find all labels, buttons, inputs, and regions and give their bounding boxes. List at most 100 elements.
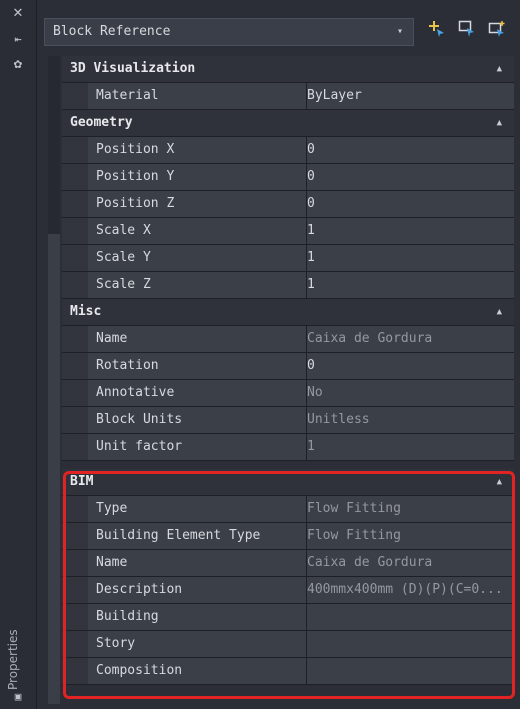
row-indent bbox=[62, 631, 88, 657]
property-value[interactable]: 0 bbox=[307, 137, 512, 163]
property-row-rotation[interactable]: Rotation 0 bbox=[62, 353, 514, 380]
property-value: Flow Fitting bbox=[307, 501, 401, 516]
property-row-building[interactable]: Building bbox=[62, 604, 514, 631]
category-title: Geometry bbox=[70, 115, 133, 130]
quick-select-button[interactable] bbox=[454, 20, 480, 44]
object-type-dropdown[interactable]: Block Reference ▾ bbox=[44, 18, 414, 46]
property-name: Building bbox=[88, 604, 307, 630]
row-indent bbox=[62, 407, 88, 433]
row-indent bbox=[62, 191, 88, 217]
collapse-icon[interactable]: ▲ bbox=[497, 469, 502, 495]
property-name: Name bbox=[88, 326, 307, 352]
property-name: Scale Y bbox=[88, 245, 307, 271]
row-indent bbox=[62, 272, 88, 298]
property-value[interactable]: 1 bbox=[307, 272, 512, 298]
select-objects-button[interactable] bbox=[484, 20, 510, 44]
property-name: Composition bbox=[88, 658, 307, 684]
property-row-type[interactable]: Type Flow Fitting bbox=[62, 496, 514, 523]
property-value[interactable]: 0 bbox=[307, 191, 512, 217]
select-add-button[interactable] bbox=[424, 20, 450, 44]
select-objects-icon bbox=[488, 21, 505, 37]
row-indent bbox=[62, 164, 88, 190]
property-value: 400mmx400mm (D)(P)(C=0... bbox=[307, 582, 503, 597]
property-grid: 3D Visualization ▲ Material ByLayer Geome… bbox=[62, 56, 514, 685]
property-name: Material bbox=[88, 83, 307, 109]
property-row-bim-name[interactable]: Name Caixa de Gordura bbox=[62, 550, 514, 577]
collapse-icon[interactable]: ▲ bbox=[497, 56, 502, 82]
close-icon[interactable]: ✕ bbox=[0, 2, 36, 21]
property-row-scale-x[interactable]: Scale X1 bbox=[62, 218, 514, 245]
property-name: Annotative bbox=[88, 380, 307, 406]
property-row-unit-factor[interactable]: Unit factor 1 bbox=[62, 434, 514, 461]
row-indent bbox=[62, 380, 88, 406]
property-row-description[interactable]: Description 400mmx400mm (D)(P)(C=0... bbox=[62, 577, 514, 604]
property-name: Block Units bbox=[88, 407, 307, 433]
property-row-position-x[interactable]: Position X0 bbox=[62, 137, 514, 164]
property-value[interactable] bbox=[307, 658, 512, 684]
property-value: 1 bbox=[307, 439, 315, 454]
category-title: BIM bbox=[70, 474, 94, 489]
property-row-building-element-type[interactable]: Building Element Type Flow Fitting bbox=[62, 523, 514, 550]
category-bim[interactable]: BIM ▲ bbox=[62, 469, 514, 496]
property-value[interactable]: ByLayer bbox=[307, 83, 512, 109]
row-indent bbox=[62, 137, 88, 163]
property-row-story[interactable]: Story bbox=[62, 631, 514, 658]
property-name: Position Y bbox=[88, 164, 307, 190]
property-row-position-z[interactable]: Position Z0 bbox=[62, 191, 514, 218]
row-indent bbox=[62, 577, 88, 603]
property-value: Unitless bbox=[307, 412, 370, 427]
property-name: Story bbox=[88, 631, 307, 657]
row-indent bbox=[62, 604, 88, 630]
property-value[interactable]: 1 bbox=[307, 218, 512, 244]
property-row-name[interactable]: Name Caixa de Gordura bbox=[62, 326, 514, 353]
select-add-icon bbox=[429, 21, 444, 37]
property-name: Description bbox=[88, 577, 307, 603]
properties-side-bar: ✕ ⇤ ✿ Properties ▣ bbox=[0, 0, 37, 709]
collapse-icon[interactable]: ▲ bbox=[497, 299, 502, 325]
row-indent bbox=[62, 245, 88, 271]
property-value[interactable] bbox=[307, 631, 512, 657]
property-row-scale-y[interactable]: Scale Y1 bbox=[62, 245, 514, 272]
selection-toolbar: Block Reference ▾ bbox=[44, 16, 512, 48]
category-3d-visualization[interactable]: 3D Visualization ▲ bbox=[62, 56, 514, 83]
row-indent bbox=[62, 434, 88, 460]
collapse-icon[interactable]: ▲ bbox=[497, 110, 502, 136]
property-name: Name bbox=[88, 550, 307, 576]
scrollbar[interactable] bbox=[48, 56, 60, 704]
property-name: Type bbox=[88, 496, 307, 522]
row-indent bbox=[62, 658, 88, 684]
settings-gear-icon[interactable]: ✿ bbox=[0, 56, 36, 72]
property-row-scale-z[interactable]: Scale Z1 bbox=[62, 272, 514, 299]
property-row-block-units[interactable]: Block Units Unitless bbox=[62, 407, 514, 434]
property-value[interactable]: 0 bbox=[307, 164, 512, 190]
property-name: Unit factor bbox=[88, 434, 307, 460]
palette-menu-icon[interactable]: ▣ bbox=[0, 690, 36, 703]
property-name: Scale Z bbox=[88, 272, 307, 298]
property-value: No bbox=[307, 385, 323, 400]
property-value: Caixa de Gordura bbox=[307, 331, 433, 346]
property-value: Flow Fitting bbox=[307, 528, 401, 543]
property-row-composition[interactable]: Composition bbox=[62, 658, 514, 685]
category-misc[interactable]: Misc ▲ bbox=[62, 299, 514, 326]
chevron-down-icon: ▾ bbox=[396, 26, 403, 37]
category-title: 3D Visualization bbox=[70, 61, 196, 76]
category-geometry[interactable]: Geometry ▲ bbox=[62, 110, 514, 137]
property-row-position-y[interactable]: Position Y0 bbox=[62, 164, 514, 191]
property-value[interactable] bbox=[307, 604, 512, 630]
property-value[interactable]: 0 bbox=[307, 353, 512, 379]
row-indent bbox=[62, 523, 88, 549]
row-indent bbox=[62, 326, 88, 352]
scrollbar-thumb[interactable] bbox=[48, 234, 60, 704]
property-value[interactable]: 1 bbox=[307, 245, 512, 271]
property-row-annotative[interactable]: Annotative No bbox=[62, 380, 514, 407]
row-indent bbox=[62, 496, 88, 522]
row-indent bbox=[62, 83, 88, 109]
property-value: Caixa de Gordura bbox=[307, 555, 433, 570]
property-row-material[interactable]: Material ByLayer bbox=[62, 83, 514, 110]
row-indent bbox=[62, 550, 88, 576]
property-name: Position X bbox=[88, 137, 307, 163]
property-name: Building Element Type bbox=[88, 523, 307, 549]
property-name: Position Z bbox=[88, 191, 307, 217]
property-name: Rotation bbox=[88, 353, 307, 379]
auto-hide-pin-icon[interactable]: ⇤ bbox=[0, 32, 36, 46]
